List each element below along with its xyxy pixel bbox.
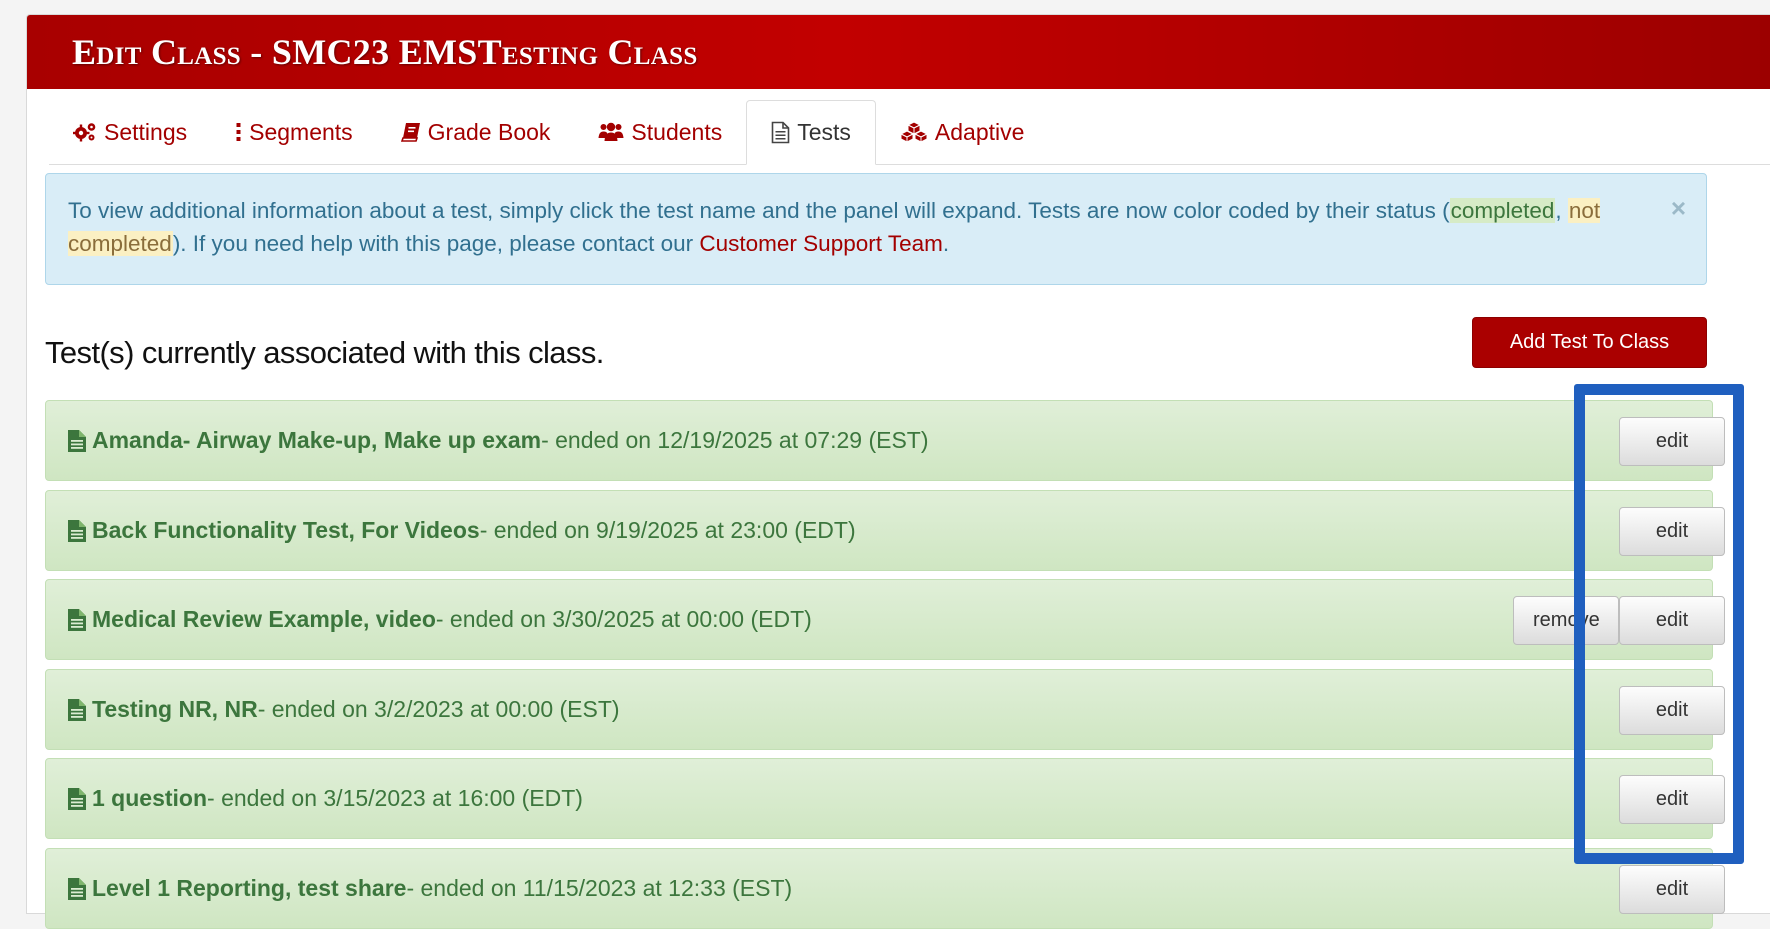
edit-button[interactable]: edit: [1619, 507, 1725, 556]
file-text-icon: [68, 519, 86, 542]
edit-button[interactable]: edit: [1619, 865, 1725, 914]
test-row[interactable]: 1 question - ended on 3/15/2023 at 16:00…: [45, 758, 1725, 839]
alert-text-2: ). If you need help with this page, plea…: [172, 231, 700, 256]
test-label[interactable]: Testing NR, NR - ended on 3/2/2023 at 00…: [68, 670, 620, 749]
file-text-icon: [68, 698, 86, 721]
test-name: Medical Review Example, video: [92, 606, 436, 632]
tab-students-label: Students: [631, 118, 723, 145]
remove-button[interactable]: remove: [1513, 596, 1619, 645]
test-ended: - ended on 3/2/2023 at 00:00 (EST): [257, 696, 620, 722]
info-alert: To view additional information about a t…: [45, 173, 1707, 285]
alert-comma: ,: [1555, 198, 1568, 223]
panel-header: Edit Class - SMC23 EMSTesting Class: [27, 15, 1770, 89]
users-icon: [598, 122, 624, 141]
tab-settings[interactable]: Settings: [49, 100, 211, 164]
test-name: Amanda- Airway Make-up, Make up exam: [92, 427, 542, 453]
tab-adaptive-label: Adaptive: [934, 118, 1025, 145]
cubes-icon: [899, 121, 928, 143]
test-ended: - ended on 3/30/2025 at 00:00 (EDT): [435, 606, 812, 632]
book-icon: [400, 123, 420, 142]
document-icon: [771, 121, 790, 144]
test-name: Testing NR, NR: [92, 696, 258, 722]
test-label[interactable]: Level 1 Reporting, test share - ended on…: [68, 849, 792, 928]
test-name: Level 1 Reporting, test share: [92, 875, 407, 901]
tab-tests[interactable]: Tests: [746, 100, 876, 165]
section-title: Test(s) currently associated with this c…: [45, 335, 604, 370]
test-name: 1 question: [92, 785, 208, 811]
customer-support-link[interactable]: Customer Support Team: [699, 231, 942, 256]
alert-close-button[interactable]: ×: [1671, 192, 1686, 225]
alert-text-3: .: [942, 231, 950, 256]
test-row[interactable]: Back Functionality Test, For Videos - en…: [45, 490, 1725, 571]
tab-adaptive[interactable]: Adaptive: [876, 100, 1049, 164]
vertical-ellipsis-icon: [236, 123, 241, 141]
page-title: Edit Class - SMC23 EMSTesting Class: [72, 32, 698, 72]
edit-button[interactable]: edit: [1619, 596, 1725, 645]
tab-settings-label: Settings: [104, 118, 188, 145]
add-test-to-class-button[interactable]: Add Test To Class: [1472, 317, 1707, 368]
test-ended: - ended on 11/15/2023 at 12:33 (EST): [406, 875, 793, 901]
test-label[interactable]: Back Functionality Test, For Videos - en…: [68, 491, 856, 570]
file-text-icon: [68, 429, 86, 452]
alert-text-1: To view additional information about a t…: [68, 198, 1450, 223]
tab-grade-book[interactable]: Grade Book: [377, 100, 575, 164]
tab-students[interactable]: Students: [574, 100, 746, 164]
test-label[interactable]: Medical Review Example, video - ended on…: [68, 580, 812, 659]
tab-tests-label: Tests: [797, 119, 851, 145]
completed-legend: completed: [1449, 198, 1556, 223]
edit-button[interactable]: edit: [1619, 775, 1725, 824]
test-ended: - ended on 3/15/2023 at 16:00 (EDT): [207, 785, 583, 811]
tab-grade-book-label: Grade Book: [427, 118, 551, 145]
tab-segments-label: Segments: [249, 118, 353, 145]
test-ended: - ended on 9/19/2025 at 23:00 (EDT): [479, 517, 856, 543]
test-name: Back Functionality Test, For Videos: [92, 517, 480, 543]
test-row[interactable]: Level 1 Reporting, test share - ended on…: [45, 848, 1725, 929]
tab-segments[interactable]: Segments: [211, 100, 377, 164]
tab-bar: Settings Segments Grade Book Students Te…: [49, 100, 1770, 165]
edit-button[interactable]: edit: [1619, 686, 1725, 735]
file-text-icon: [68, 877, 86, 900]
test-label[interactable]: Amanda- Airway Make-up, Make up exam - e…: [68, 401, 929, 480]
test-row[interactable]: Medical Review Example, video - ended on…: [45, 579, 1725, 660]
file-text-icon: [68, 608, 86, 631]
test-row[interactable]: Amanda- Airway Make-up, Make up exam - e…: [45, 400, 1725, 481]
edit-button[interactable]: edit: [1619, 417, 1725, 466]
test-row[interactable]: Testing NR, NR - ended on 3/2/2023 at 00…: [45, 669, 1725, 750]
gears-icon: [73, 123, 96, 142]
test-ended: - ended on 12/19/2025 at 07:29 (EST): [541, 427, 929, 453]
file-text-icon: [68, 787, 86, 810]
test-label[interactable]: 1 question - ended on 3/15/2023 at 16:00…: [68, 759, 583, 838]
